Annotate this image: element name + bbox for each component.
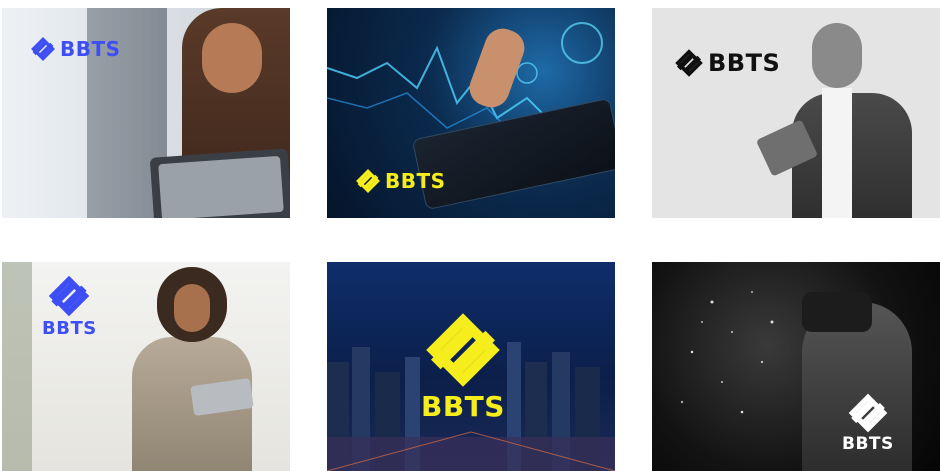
bbts-logo: BBTS [355,168,446,194]
bbts-logo-text: BBTS [842,434,894,454]
promo-image-1: BBTS [2,8,290,218]
bbts-logo-text: BBTS [385,169,446,193]
bbts-logo: BBTS [674,48,780,78]
promo-image-6: BBTS [652,262,940,471]
bbts-logo-text: BBTS [708,49,781,77]
promo-image-4: BBTS [2,262,290,471]
bbts-logo-icon [30,36,56,62]
bbts-logo: BBTS [30,36,121,62]
bbts-logo-icon [674,48,704,78]
bbts-logo-icon [423,310,503,390]
promo-image-5: BBTS [327,262,615,471]
bbts-logo: BBTS [842,392,894,454]
bbts-logo-text: BBTS [42,318,97,339]
bbts-logo: BBTS [421,310,505,423]
promo-image-3: BBTS [652,8,940,218]
bbts-logo-icon [47,274,91,318]
bbts-logo: BBTS [42,274,97,339]
bbts-logo-text: BBTS [421,390,505,423]
bbts-logo-icon [355,168,381,194]
bbts-logo-icon [847,392,889,434]
promo-image-2: BBTS [327,8,615,218]
bbts-logo-text: BBTS [60,37,121,61]
